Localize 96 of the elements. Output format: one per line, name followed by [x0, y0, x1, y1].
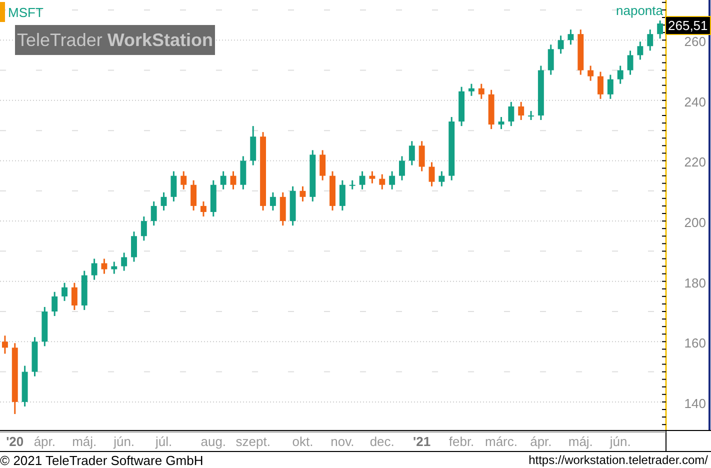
candlestick [518, 102, 524, 120]
candlestick [448, 117, 455, 180]
candlestick [62, 282, 68, 301]
candlestick [598, 72, 604, 99]
y-axis-label: 180 [684, 275, 706, 290]
x-axis-label: máj. [568, 434, 593, 449]
candlestick [300, 186, 306, 202]
candlestick [320, 150, 326, 180]
candlestick [121, 252, 128, 271]
x-axis-label: jún. [114, 434, 135, 449]
candlestick [369, 171, 376, 184]
x-axis-label: júl. [155, 434, 172, 449]
candlestick [52, 292, 58, 316]
candlestick [250, 126, 256, 166]
url-text: https://workstation.teletrader.com/ [528, 453, 708, 467]
candlestick [399, 156, 405, 180]
chart-title: MSFT [8, 4, 44, 20]
x-axis-label: nov. [330, 434, 354, 449]
candlestick [478, 84, 484, 99]
candlestick [607, 74, 614, 99]
candlestick [42, 306, 48, 346]
candlestick [170, 171, 177, 202]
x-axis-label: ápr. [34, 434, 56, 449]
y-axis-label: 260 [684, 34, 706, 50]
candlestick [498, 117, 504, 130]
candlestick [349, 180, 356, 190]
candlestick [617, 66, 624, 84]
candlestick [200, 201, 206, 216]
x-axis-label: márc. [484, 434, 518, 449]
candlestick [339, 180, 346, 210]
candlestick [140, 216, 147, 241]
symbol-marker [0, 2, 5, 22]
last-price-label: 265,51 [665, 16, 711, 35]
y-axis-label: 220 [684, 154, 706, 170]
candlestick [647, 30, 654, 51]
candlestick [150, 201, 157, 226]
candlestick [568, 30, 574, 45]
candlestick [330, 171, 336, 210]
candlestick [428, 162, 435, 186]
candlestick [101, 258, 108, 274]
x-axis-label: dec. [370, 434, 394, 449]
candlestick [280, 192, 286, 226]
candlestick [588, 66, 594, 81]
x-axis-label: szept. [236, 434, 270, 449]
x-axis-label: máj. [72, 434, 97, 449]
candlestick [160, 192, 167, 210]
candlestick [32, 337, 38, 376]
candlestick [438, 171, 445, 186]
y-axis-label: 140 [684, 396, 706, 411]
x-axis-label: ápr. [530, 434, 552, 449]
watermark-logo: TeleTrader WorkStation [15, 25, 215, 55]
interval-label: naponta [616, 3, 663, 18]
x-axis-label: aug. [200, 434, 226, 449]
candlestick [230, 171, 236, 190]
x-axis-label: okt. [292, 434, 314, 449]
candlestick [488, 90, 494, 130]
candlestick [468, 84, 474, 96]
candlestick [558, 36, 564, 54]
candlestick [408, 141, 415, 166]
candlestick [270, 192, 276, 210]
candlestick [111, 262, 118, 274]
candlestick [131, 232, 137, 262]
candlestick [12, 343, 18, 414]
candlestick [91, 258, 98, 280]
candlestick [578, 30, 584, 75]
candlestick [22, 366, 28, 406]
candlestick [538, 66, 544, 120]
candlestick [240, 156, 246, 190]
x-axis-label: jún. [610, 434, 631, 449]
candlestick [548, 44, 554, 75]
candlestick [220, 171, 226, 190]
candlestick [389, 171, 396, 190]
candlestick [180, 171, 187, 190]
candlestick [627, 50, 634, 75]
candlestick [637, 42, 644, 60]
candlestick [310, 150, 316, 202]
candlestick [190, 180, 197, 210]
x-axis-label: '20 [6, 434, 24, 449]
x-axis-label: febr. [448, 434, 474, 449]
candlestick [2, 336, 8, 354]
x-axis-label: '21 [413, 434, 431, 449]
candlestick [290, 186, 296, 226]
candlestick [210, 180, 216, 216]
y-axis-label: 160 [684, 336, 706, 351]
y-axis-label: 200 [684, 215, 706, 230]
candlestick [528, 110, 534, 120]
candlestick [71, 282, 78, 310]
copyright-text: © 2021 TeleTrader Software GmbH [0, 452, 204, 468]
candlestick [657, 20, 664, 39]
candlestick [379, 174, 386, 190]
candlestick [359, 171, 366, 190]
candlestick [458, 86, 464, 126]
candlestick [418, 141, 425, 172]
y-axis-label: 240 [684, 94, 706, 110]
candlestick [81, 270, 88, 310]
candlestick [508, 102, 514, 126]
